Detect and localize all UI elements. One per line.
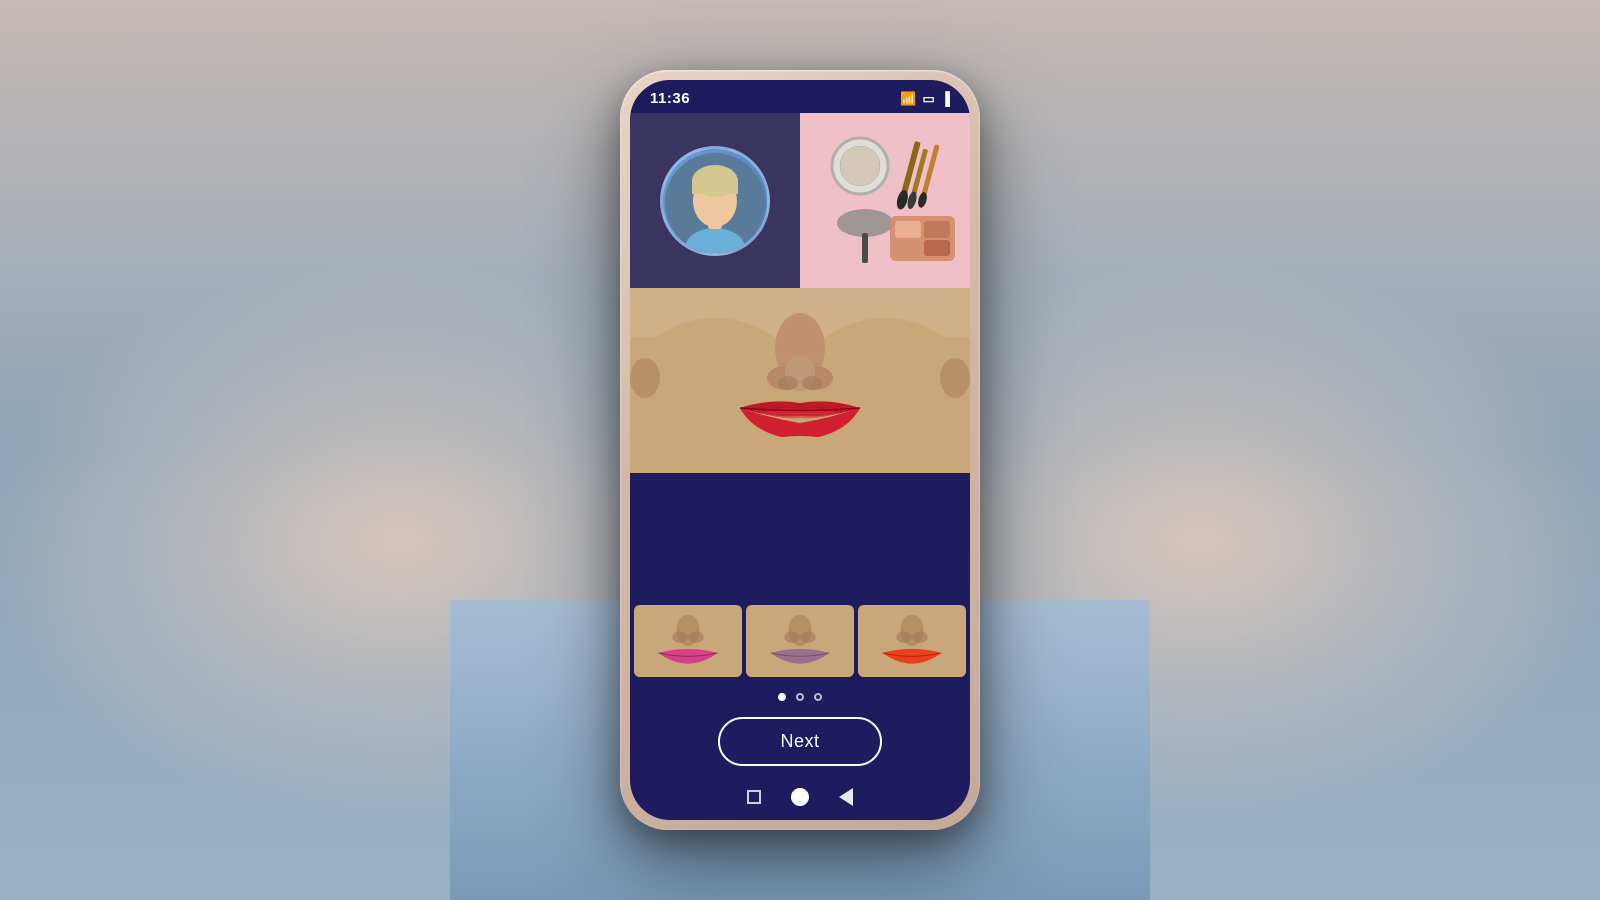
status-bar: 11:36 📶 ▭ ▐ <box>630 80 970 113</box>
nav-back-icon <box>839 788 853 806</box>
battery-icon: ▭ <box>922 91 934 107</box>
thumbnail-3-svg <box>858 605 966 677</box>
nav-square-button[interactable] <box>745 788 763 806</box>
pagination-dots <box>630 681 970 709</box>
thumbnail-2-svg <box>746 605 854 677</box>
status-icons: 📶 ▭ ▐ <box>900 91 950 107</box>
phone-body: 11:36 📶 ▭ ▐ <box>620 70 980 830</box>
next-button-container: Next <box>630 709 970 778</box>
avatar-circle <box>660 146 770 256</box>
signal-icon: ▐ <box>941 91 950 106</box>
main-image-area <box>630 113 970 601</box>
top-split-section <box>630 113 970 288</box>
makeup-products-svg <box>805 121 965 281</box>
pagination-dot-3[interactable] <box>814 693 822 701</box>
face-closeup <box>630 288 970 473</box>
phone-screen: 11:36 📶 ▭ ▐ <box>630 80 970 820</box>
thumbnails-row <box>630 601 970 681</box>
thumbnail-3[interactable] <box>858 605 966 677</box>
thumbnail-1-svg <box>634 605 742 677</box>
pagination-dot-1[interactable] <box>778 693 786 701</box>
next-button[interactable]: Next <box>718 717 881 766</box>
avatar-section <box>630 113 800 288</box>
scene: 11:36 📶 ▭ ▐ <box>0 0 1600 900</box>
nav-home-button[interactable] <box>791 788 809 806</box>
avatar-person-svg <box>665 153 765 253</box>
nav-square-icon <box>747 790 761 804</box>
nav-home-icon <box>791 788 809 806</box>
thumbnail-1[interactable] <box>634 605 742 677</box>
status-time: 11:36 <box>650 90 690 107</box>
face-closeup-svg <box>630 288 970 473</box>
makeup-section <box>800 113 970 288</box>
pagination-dot-2[interactable] <box>796 693 804 701</box>
nav-back-button[interactable] <box>837 788 855 806</box>
nav-bar <box>630 778 970 820</box>
phone-wrapper: 11:36 📶 ▭ ▐ <box>620 70 980 830</box>
wifi-icon: 📶 <box>900 91 916 107</box>
thumbnail-2[interactable] <box>746 605 854 677</box>
